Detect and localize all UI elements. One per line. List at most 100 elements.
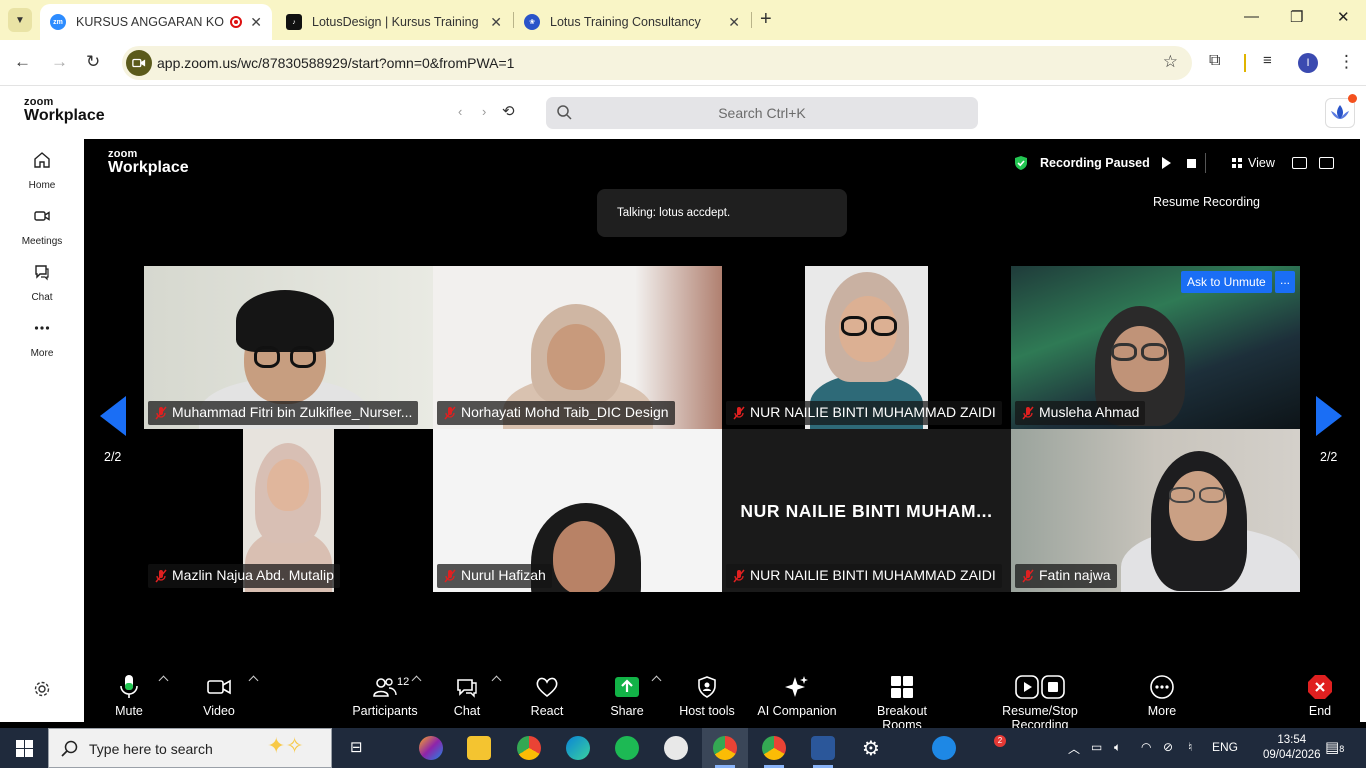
participant-tile[interactable]: Nurul Hafizah [433, 429, 722, 592]
rail-item-meetings[interactable]: Meetings [0, 207, 84, 249]
volume-icon[interactable]: 🔈︎ [1114, 740, 1121, 755]
taskbar-search-placeholder: Type here to search [89, 741, 213, 757]
get-help-icon[interactable] [932, 736, 956, 760]
security-shield-icon[interactable] [1014, 155, 1028, 171]
tab-zoom-meeting[interactable]: zm KURSUS ANGGARAN KOS D ✕ [40, 4, 272, 40]
input-language-indicator[interactable]: ENG [1212, 740, 1238, 754]
resume-stop-recording-button[interactable]: Resume/Stop Recording [973, 674, 1107, 732]
battery-icon[interactable]: ▭ [1091, 740, 1102, 754]
video-options-caret-icon[interactable] [248, 675, 259, 686]
url-text[interactable]: app.zoom.us/wc/87830588929/start?omn=0&f… [157, 55, 514, 71]
bookmark-star-icon[interactable]: ☆ [1163, 52, 1178, 72]
participants-button[interactable]: Participants [350, 674, 420, 718]
media-controls-icon[interactable]: ≡ [1263, 52, 1272, 69]
previous-page-arrow-icon[interactable] [100, 396, 126, 436]
chevron-left-icon[interactable]: ‹ [458, 104, 462, 119]
chat-icon [35, 265, 49, 281]
zoom-search-input[interactable]: Search Ctrl+K [546, 97, 978, 129]
ai-companion-button[interactable]: AI Companion [756, 674, 838, 718]
new-tab-plus-icon[interactable]: + [760, 8, 772, 31]
participant-tile[interactable]: Mazlin Najua Abd. Mutalip [144, 429, 433, 592]
fullscreen-icon[interactable] [1319, 157, 1334, 169]
participant-tile[interactable]: Muhammad Fitri bin Zulkiflee_Nurser... [144, 266, 433, 429]
history-icon[interactable]: ⟲ [502, 102, 515, 120]
next-page-arrow-icon[interactable] [1316, 396, 1342, 436]
host-tools-button[interactable]: Host tools [678, 674, 736, 718]
address-bar[interactable]: app.zoom.us/wc/87830588929/start?omn=0&f… [122, 46, 1192, 80]
recording-indicator-icon [230, 16, 243, 28]
rail-item-home[interactable]: Home [0, 151, 84, 193]
mute-options-caret-icon[interactable] [158, 675, 169, 686]
restore-icon[interactable]: ❐ [1290, 8, 1303, 26]
copilot-app-icon[interactable] [419, 736, 443, 760]
close-icon[interactable]: ✕ [250, 14, 262, 31]
edge-app-icon[interactable] [566, 736, 590, 760]
more-button[interactable]: More [1144, 674, 1180, 718]
chat-options-caret-icon[interactable] [491, 675, 502, 686]
breakout-rooms-button[interactable]: Breakout Rooms [856, 674, 948, 732]
ask-to-unmute-button[interactable]: Ask to Unmute [1181, 271, 1272, 293]
chrome-second-profile-icon[interactable] [762, 736, 786, 760]
microphone-icon [120, 675, 138, 698]
profile-avatar[interactable]: I [1298, 53, 1318, 73]
resume-play-icon[interactable] [1161, 157, 1171, 169]
tab-search-button[interactable]: ▼ [8, 8, 32, 32]
react-button[interactable]: React [530, 674, 564, 718]
task-view-icon[interactable]: ⊟ [350, 738, 363, 756]
share-options-caret-icon[interactable] [651, 675, 662, 686]
chevron-right-icon[interactable]: › [482, 104, 486, 119]
taskbar-clock[interactable]: 13:54 09/04/2026 [1263, 733, 1321, 763]
video-button[interactable]: Video [202, 674, 236, 718]
settings-gear-icon[interactable] [33, 680, 51, 698]
word-app-icon[interactable] [811, 736, 835, 760]
participant-tile[interactable]: Fatin najwa [1011, 429, 1300, 592]
participants-count-badge: 12 [397, 676, 410, 688]
glasses-shape [1111, 343, 1137, 361]
spotify-app-icon[interactable] [615, 736, 639, 760]
end-meeting-button[interactable]: End [1304, 674, 1336, 718]
kebab-menu-icon[interactable]: ⋮ [1338, 52, 1355, 72]
tab-separator [751, 12, 752, 28]
picture-in-picture-icon[interactable] [1292, 157, 1307, 169]
extensions-puzzle-icon[interactable]: ⧉ [1209, 52, 1220, 70]
settings-gear-icon[interactable]: ⚙ [862, 736, 880, 761]
tab-lotusdesign[interactable]: ♪ LotusDesign | Kursus Training ( ✕ [276, 4, 512, 40]
rail-item-more[interactable]: More [0, 319, 84, 361]
rail-item-chat[interactable]: Chat [0, 263, 84, 305]
close-icon[interactable]: ✕ [728, 14, 740, 31]
windows-start-icon[interactable] [16, 740, 33, 757]
back-arrow-icon[interactable]: ← [14, 52, 31, 72]
snipping-tool-icon[interactable] [664, 736, 688, 760]
participant-more-button[interactable]: ... [1275, 271, 1295, 293]
close-icon[interactable]: ✕ [490, 14, 502, 31]
participant-tile[interactable]: Norhayati Mohd Taib_DIC Design [433, 266, 722, 429]
tab-lotus-training[interactable]: ❀ Lotus Training Consultancy ✕ [514, 4, 750, 40]
chat-button[interactable]: Chat [450, 674, 484, 718]
taskbar-search-input[interactable]: Type here to search ✦✧ [48, 728, 332, 768]
chevron-down-icon: ▼ [15, 14, 25, 26]
participant-tile[interactable]: Ask to Unmute ... Musleha Ahmad [1011, 266, 1300, 429]
stop-recording-icon[interactable] [1186, 158, 1196, 168]
camera-site-icon[interactable] [126, 50, 152, 76]
window-close-icon[interactable]: ✕ [1337, 8, 1350, 26]
file-explorer-icon[interactable] [467, 736, 491, 760]
view-button[interactable]: View [1232, 156, 1275, 170]
glasses-shape [1199, 487, 1225, 503]
forward-arrow-icon[interactable]: → [51, 52, 68, 72]
action-center-icon[interactable]: ▤8 [1325, 738, 1344, 756]
sparkle-icon [785, 676, 808, 697]
share-button[interactable]: Share [610, 674, 644, 718]
show-hidden-icons-icon[interactable]: ︿ [1068, 740, 1080, 757]
wifi-icon[interactable]: ◠ [1141, 740, 1151, 754]
chrome-app-icon[interactable] [517, 736, 541, 760]
minimize-icon[interactable]: — [1244, 8, 1259, 25]
chrome-profile-app-icon[interactable] [713, 736, 737, 760]
glasses-shape [1169, 487, 1195, 503]
camera-off-icon[interactable]: ⊘ [1163, 740, 1173, 754]
mute-button[interactable]: Mute [112, 674, 146, 718]
reload-icon[interactable]: ↻ [86, 52, 100, 72]
participant-tile[interactable]: NUR NAILIE BINTI MUHAMMAD ZAIDI [722, 266, 1011, 429]
lotus-logo-icon [1331, 105, 1349, 119]
microphone-tray-icon[interactable]: ♮ [1188, 740, 1192, 754]
participant-tile[interactable]: NUR NAILIE BINTI MUHAM... NUR NAILIE BIN… [722, 429, 1011, 592]
